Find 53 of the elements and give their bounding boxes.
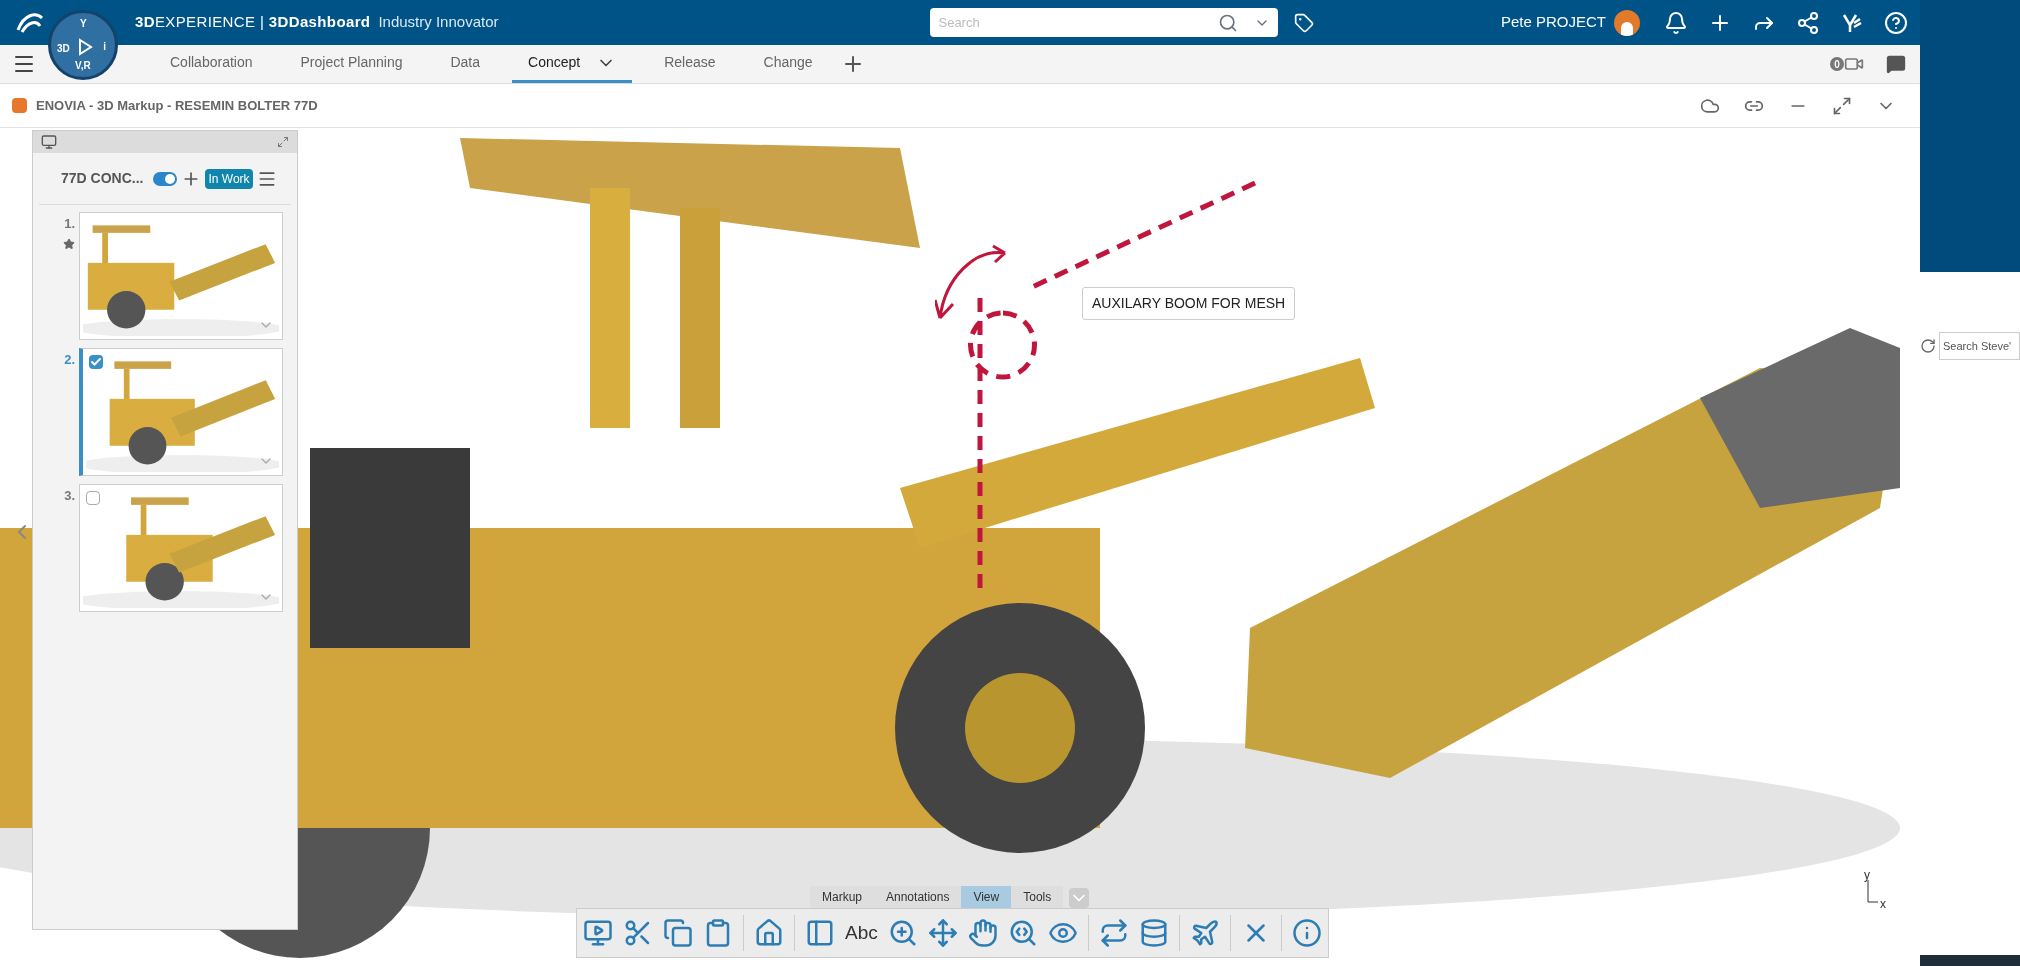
- user-name[interactable]: Pete PROJECT: [1500, 11, 1606, 34]
- tab[interactable]: Concept: [512, 45, 633, 83]
- chat-icon[interactable]: [1886, 54, 1906, 74]
- slide-number: 3.: [64, 487, 75, 505]
- search-icon[interactable]: [1218, 12, 1239, 33]
- user-avatar[interactable]: [1614, 9, 1640, 36]
- toolbar-tab[interactable]: Markup: [810, 886, 874, 908]
- notification-icon[interactable]: [1664, 10, 1688, 35]
- star-icon[interactable]: [63, 237, 75, 250]
- tab[interactable]: Release: [648, 45, 732, 83]
- monitor-icon[interactable]: [41, 134, 57, 150]
- search-input[interactable]: Search: [938, 12, 1219, 33]
- play-icon[interactable]: [76, 38, 94, 56]
- copy-icon[interactable]: [663, 918, 693, 948]
- axis-icon: [1866, 880, 1878, 904]
- toolbar-tab[interactable]: View: [961, 886, 1012, 908]
- app-subtitle: Industry Innovator: [378, 12, 499, 33]
- tab[interactable]: Project Planning: [284, 45, 419, 83]
- info-icon[interactable]: [1291, 918, 1322, 948]
- fullscreen-icon[interactable]: [1832, 95, 1852, 116]
- axis-label: y: [1864, 867, 1870, 884]
- swap-icon[interactable]: [1098, 918, 1129, 948]
- hand-icon[interactable]: [967, 918, 998, 948]
- axis-label: x: [1880, 896, 1886, 913]
- home-icon[interactable]: [754, 918, 784, 948]
- panel-title: 77D CONC...: [61, 169, 144, 188]
- refresh-icon[interactable]: [1920, 338, 1936, 354]
- text-tool[interactable]: Abc: [845, 918, 878, 948]
- slide-number: 2.: [64, 351, 75, 369]
- slide-number: 1.: [64, 215, 75, 233]
- annotation-label[interactable]: AUXILARY BOOM FOR MESH: [1082, 287, 1296, 320]
- search-box[interactable]: Search: [930, 8, 1279, 37]
- widget-title: ENOVIA - 3D Markup - RESEMIN BOLTER 77D: [36, 96, 318, 115]
- toolbar-tab[interactable]: Annotations: [874, 886, 962, 908]
- toggle-switch[interactable]: [153, 171, 178, 186]
- network-icon[interactable]: [1796, 10, 1820, 35]
- monitor-play-icon[interactable]: [583, 918, 613, 948]
- search-field[interactable]: Search Steve': [1939, 332, 2020, 360]
- tab[interactable]: Data: [434, 45, 497, 83]
- app-icon: [12, 98, 27, 113]
- checkbox[interactable]: [89, 355, 103, 369]
- tag-icon[interactable]: [1294, 12, 1315, 33]
- tab[interactable]: Change: [747, 45, 829, 83]
- status-badge[interactable]: In Work: [205, 168, 253, 189]
- help-icon[interactable]: [1884, 10, 1908, 35]
- checkbox[interactable]: [86, 491, 100, 505]
- app-brand: 3DEXPERIENCE | 3DDashboard: [135, 12, 371, 33]
- panel-icon[interactable]: [805, 918, 835, 948]
- expand-icon[interactable]: [277, 136, 289, 148]
- move-icon[interactable]: [927, 918, 958, 948]
- video-badge[interactable]: 0: [1830, 54, 1864, 74]
- tab[interactable]: Collaboration: [154, 45, 269, 83]
- toolbar-tab[interactable]: Tools: [1011, 886, 1064, 908]
